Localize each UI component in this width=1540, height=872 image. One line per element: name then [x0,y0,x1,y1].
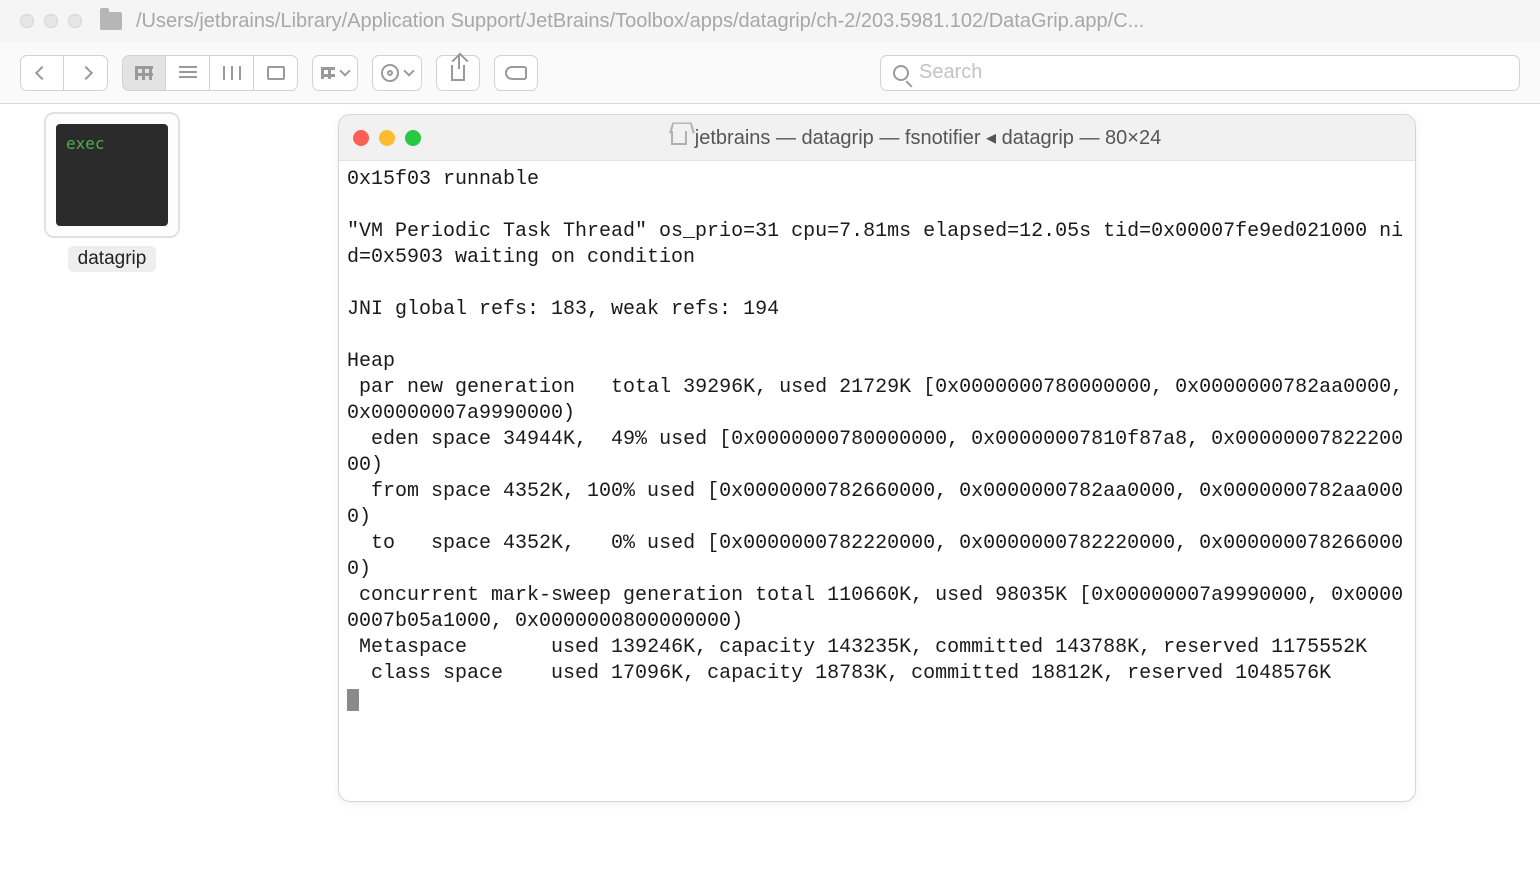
finder-titlebar: /Users/jetbrains/Library/Application Sup… [0,0,1540,42]
arrange-icon [321,67,335,79]
exec-file-icon: exec [44,112,180,238]
search-placeholder: Search [919,61,982,84]
arrange-button[interactable] [312,55,358,91]
exec-label: exec [66,134,105,153]
home-icon [671,131,687,145]
search-icon [893,65,909,81]
fullscreen-icon[interactable] [405,130,421,146]
close-icon[interactable] [20,14,34,28]
view-columns-button[interactable] [210,55,254,91]
minimize-icon[interactable] [379,130,395,146]
search-field[interactable]: Search [880,55,1520,91]
view-mode-group [122,55,298,91]
finder-traffic-lights [20,14,82,28]
folder-icon [100,12,122,30]
view-list-button[interactable] [166,55,210,91]
terminal-output[interactable]: 0x15f03 runnable "VM Periodic Task Threa… [339,161,1415,801]
chevron-down-icon [339,65,350,76]
gear-icon [381,64,399,82]
tags-button[interactable] [494,55,538,91]
finder-path: /Users/jetbrains/Library/Application Sup… [136,10,1520,33]
minimize-icon[interactable] [44,14,58,28]
chevron-down-icon [403,65,414,76]
fullscreen-icon[interactable] [68,14,82,28]
terminal-titlebar[interactable]: jetbrains — datagrip — fsnotifier ◂ data… [339,115,1415,161]
list-view-icon [179,66,197,80]
terminal-title-text: jetbrains — datagrip — fsnotifier ◂ data… [695,125,1161,150]
gallery-view-icon [267,66,285,80]
finder-toolbar: Search [0,42,1540,104]
view-icons-button[interactable] [122,55,166,91]
chevron-right-icon [78,65,92,79]
tag-icon [505,66,527,80]
file-name-label: datagrip [68,246,157,272]
close-icon[interactable] [353,130,369,146]
view-gallery-button[interactable] [254,55,298,91]
chevron-left-icon [35,65,49,79]
terminal-window[interactable]: jetbrains — datagrip — fsnotifier ◂ data… [338,114,1416,802]
share-button[interactable] [436,55,480,91]
back-button[interactable] [20,55,64,91]
icons-view-icon [135,66,153,80]
columns-view-icon [223,66,241,80]
terminal-cursor-icon [347,689,359,711]
terminal-title: jetbrains — datagrip — fsnotifier ◂ data… [431,125,1401,150]
share-icon [451,65,465,81]
datagrip-file-item[interactable]: exec datagrip [44,112,180,272]
terminal-text: 0x15f03 runnable "VM Periodic Task Threa… [347,168,1415,685]
action-button[interactable] [372,55,422,91]
nav-buttons [20,55,108,91]
forward-button[interactable] [64,55,108,91]
